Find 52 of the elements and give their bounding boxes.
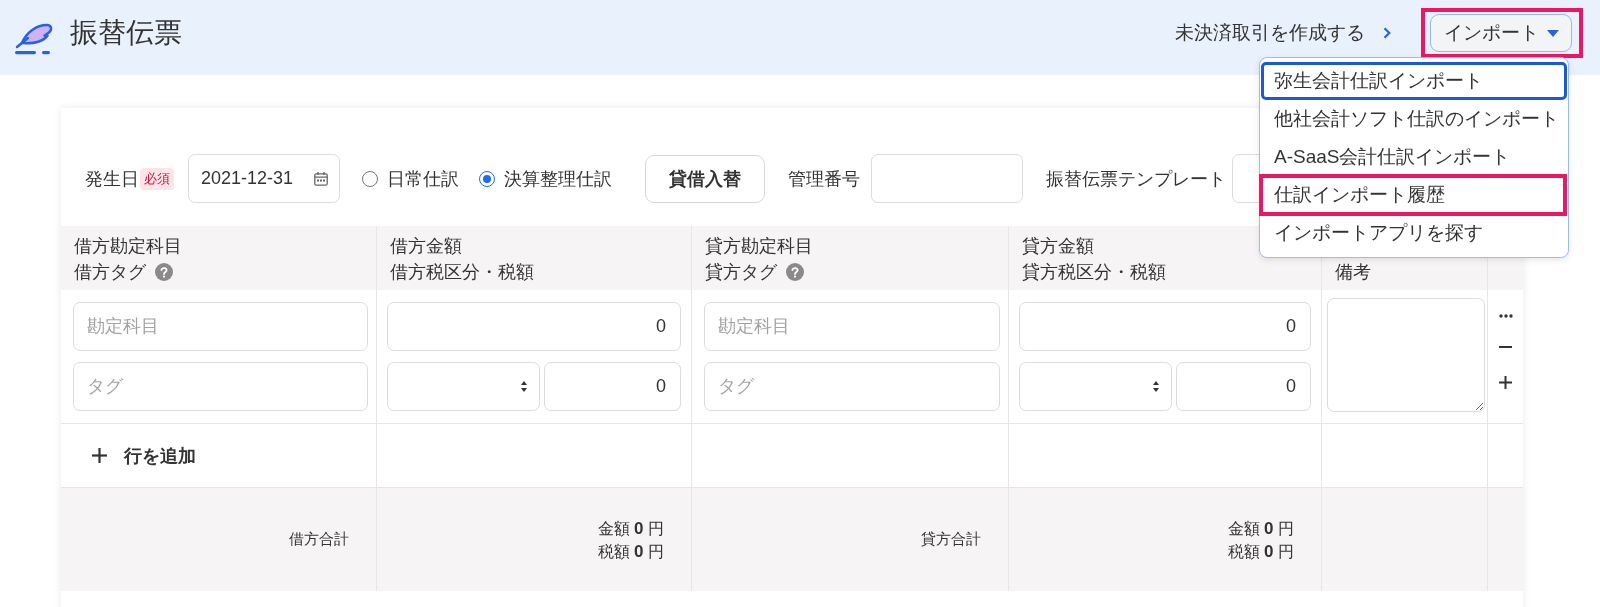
up-down-arrows-icon — [521, 381, 527, 392]
total-label: 借方合計 — [289, 530, 349, 549]
required-badge: 必須 — [140, 167, 174, 190]
field-label: 振替伝票テンプレート — [1046, 167, 1226, 191]
text-field[interactable]: 勘定科目 — [73, 302, 368, 351]
column-heading: 借方タグ — [74, 261, 146, 284]
add-row-button[interactable]: 行を追加 — [92, 443, 196, 468]
text-field[interactable] — [871, 154, 1023, 203]
create-unsettled-link[interactable]: 未決済取引を作成する — [1175, 20, 1391, 46]
radio-label: 日常仕訳 — [387, 167, 459, 191]
plus-icon[interactable] — [1499, 376, 1512, 389]
amount-field[interactable]: 0 — [387, 302, 681, 351]
total-label: 貸方合計 — [921, 530, 981, 549]
help-icon[interactable] — [786, 263, 804, 281]
menu-item[interactable]: 弥生会計仕訳インポート — [1261, 62, 1567, 100]
column-heading: 借方金額 — [390, 235, 462, 258]
field-label: 管理番号 — [788, 167, 860, 191]
memo-field[interactable] — [1327, 298, 1485, 412]
total-amount: 税額 0 円 — [1227, 540, 1294, 563]
menu-item[interactable]: 他社会計ソフト仕訳のインポート — [1261, 100, 1567, 138]
column-heading: 借方勘定科目 — [74, 235, 182, 258]
text-field[interactable]: 勘定科目 — [704, 302, 1000, 351]
chevron-right-icon — [1383, 27, 1391, 39]
column-heading: 貸方タグ — [705, 261, 777, 284]
help-icon[interactable] — [155, 263, 173, 281]
swap-button[interactable]: 貸借入替 — [645, 154, 765, 203]
total-amount: 税額 0 円 — [597, 540, 664, 563]
calendar-icon — [314, 171, 328, 186]
import-button[interactable]: インポート — [1430, 14, 1572, 52]
amount-field[interactable]: 0 — [1019, 302, 1311, 351]
tax-amount-field[interactable]: 0 — [1176, 362, 1311, 411]
up-down-arrows-icon — [1153, 381, 1159, 392]
plus-icon — [92, 448, 107, 463]
menu-item[interactable]: A-SaaS会計仕訳インポート — [1261, 138, 1567, 176]
caret-down-icon — [1547, 29, 1559, 37]
date-field[interactable]: 2021-12-31 — [188, 154, 340, 203]
column-heading: 貸方税区分・税額 — [1022, 261, 1166, 284]
total-amount: 金額 0 円 — [1227, 517, 1294, 540]
total-amount: 金額 0 円 — [597, 517, 664, 540]
column-heading: 備考 — [1335, 261, 1371, 284]
column-heading: 貸方勘定科目 — [705, 235, 813, 258]
column-heading: 貸方金額 — [1022, 235, 1094, 258]
more-icon[interactable] — [1498, 314, 1513, 318]
menu-item[interactable]: インポートアプリを探す — [1261, 214, 1567, 252]
text-field[interactable]: タグ — [73, 362, 368, 411]
menu-item[interactable]: 仕訳インポート履歴 — [1259, 174, 1567, 216]
radio-label: 決算整理仕訳 — [504, 167, 612, 191]
tax-amount-field[interactable]: 0 — [544, 362, 681, 411]
date-label: 発生日 — [85, 167, 139, 191]
column-heading: 借方税区分・税額 — [390, 261, 534, 284]
text-field[interactable]: タグ — [704, 362, 1000, 411]
page-title: 振替伝票 — [70, 16, 182, 50]
